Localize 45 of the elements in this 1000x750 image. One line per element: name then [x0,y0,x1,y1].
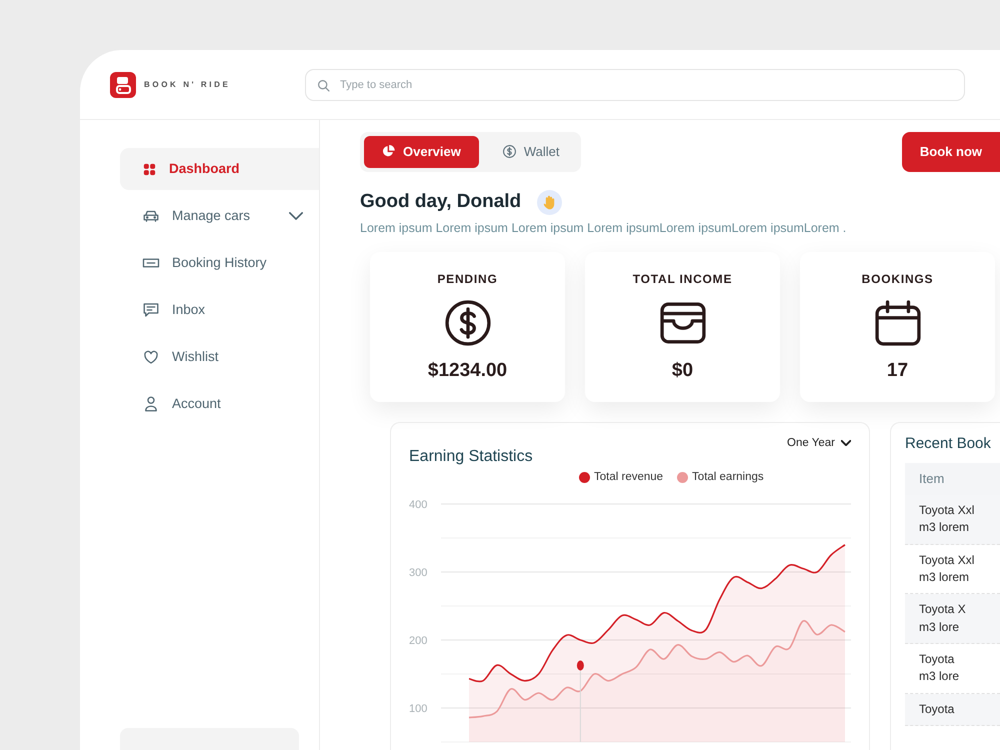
search-icon [317,78,330,92]
stat-value: $1234.00 [428,359,508,384]
wallet-icon [660,300,706,346]
greeting-subtitle: Lorem ipsum Lorem ipsum Lorem ipsum Lorem ipsumLorem ipsumLorem ipsumLorem . [360,220,848,237]
tab[interactable]: Wallet [484,136,578,168]
dashboard-grid-icon [142,162,157,176]
waving-hand-icon [537,190,562,215]
legend-label: Total revenue [594,470,664,485]
tab[interactable]: Overview [364,136,479,168]
book-now-button[interactable]: Book now [902,132,1000,172]
stat-label: PENDING [437,270,498,288]
dollar-circle-icon [444,300,490,346]
sidebar-item[interactable]: Booking History [120,242,319,284]
pie-chart-icon [382,145,395,158]
period-dropdown[interactable]: One Year [787,434,851,452]
calendar-icon [874,300,920,346]
stat-value: $0 [672,359,694,384]
sidebar-item[interactable]: Account [120,383,319,425]
card-title: Recent Book [904,434,992,454]
table-cell: Toyota X m3 lore [905,594,1000,644]
chat-icon [142,301,160,319]
user-icon [142,395,160,413]
greeting-title: Good day, Donald [360,191,522,214]
stat-label: BOOKINGS [862,270,934,288]
sidebar-item[interactable]: Wishlist [120,336,319,378]
table-cell: Toyota [905,694,1000,726]
sidebar-item[interactable]: Dashboard [120,148,319,190]
axis-label: 400 [409,499,428,511]
stat-value: 17 [886,359,908,384]
chevron-down-icon [841,440,851,446]
axis-label: 200 [409,635,428,647]
table-cell: Toyota Xxl m3 lorem [905,494,1000,545]
heart-icon [142,348,160,366]
brand-name: BOOK N' RIDE [144,78,230,90]
stat-label: TOTAL INCOME [632,270,732,288]
sidebar-item[interactable]: Inbox [120,289,319,331]
dollar-circle-icon [502,145,516,158]
column-header: Item [905,463,1000,495]
legend-label: Total earnings [692,470,764,485]
sidebar-item[interactable]: Manage cars [120,195,319,237]
axis-label: 100 [409,703,428,715]
logo-icon [110,72,136,98]
axis-label: 300 [409,567,428,579]
chart-title: Earning Statistics [409,446,533,467]
search-field[interactable]: Type to search [305,68,965,100]
